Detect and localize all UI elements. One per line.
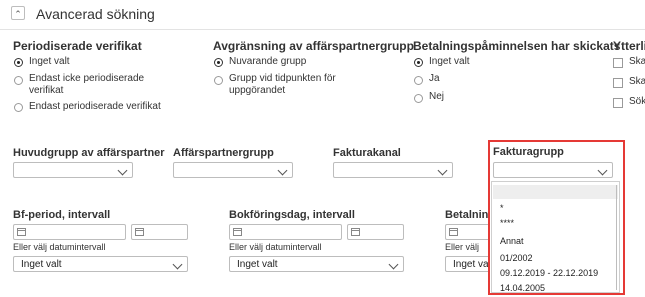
radio-periodiserade-inget-valt[interactable] [14,58,23,67]
label-fakturagrupp: Fakturagrupp [493,146,564,158]
label-bf-period: Bf-period, intervall [13,209,111,221]
dropdown-option[interactable]: **** [500,218,514,228]
radio-paminnelse-ja[interactable] [414,76,423,85]
group-title-ytterlig: Ytterlig [613,39,645,53]
checkbox-ytterlig-3[interactable] [613,98,623,108]
bf-period-to-input[interactable] [131,224,188,240]
radio-label: Ja [429,73,440,84]
radio-label: Inget valt [29,56,70,67]
betalning-range-label: Eller välj [445,242,480,252]
radio-label: Nuvarande grupp [229,56,307,67]
fakturagrupp-dropdown-list: * **** Annat 01/2002 09.12.2019 - 22.12.… [491,181,620,293]
radio-label: Endast periodiserade verifikat [29,101,161,112]
checkbox-ytterlig-1[interactable] [613,58,623,68]
radio-label: Endast icke periodiserade verifikat [29,73,145,96]
chevron-down-icon [172,259,183,270]
bokforingsdag-to-input[interactable] [347,224,404,240]
radio-periodiserade-endast[interactable] [14,103,23,112]
dropdown-option-empty[interactable] [493,185,618,199]
chevron-down-icon [277,165,288,176]
label-affarspartnergrupp: Affärspartnergrupp [173,147,274,159]
radio-periodiserade-endast-icke[interactable] [14,76,23,85]
dropdown-option[interactable]: 14.04.2005 [500,283,545,293]
calendar-icon[interactable] [449,228,458,236]
radio-grupp-vid-tidpunkten[interactable] [214,76,223,85]
radio-paminnelse-inget-valt[interactable] [414,58,423,67]
label-bokforingsdag: Bokföringsdag, intervall [229,209,355,221]
select-affarspartnergrupp[interactable] [173,162,293,178]
calendar-icon[interactable] [233,228,242,236]
select-fakturagrupp[interactable] [493,162,613,178]
select-bf-period-range[interactable]: Inget valt [13,256,188,272]
radio-paminnelse-nej[interactable] [414,94,423,103]
header-divider [0,29,645,30]
bf-period-range-label: Eller välj datumintervall [13,242,106,252]
calendar-icon[interactable] [351,228,360,236]
checkbox-label: Sök [629,96,645,107]
checkbox-ytterlig-2[interactable] [613,78,623,88]
select-value: Inget valt [21,259,62,270]
bokforingsdag-from-input[interactable] [229,224,342,240]
select-huvudgrupp[interactable] [13,162,133,178]
bf-period-from-input[interactable] [13,224,126,240]
dropdown-option[interactable]: Annat [500,236,524,246]
radio-label: Inget valt [429,56,470,67]
chevron-down-icon [117,165,128,176]
select-bokforingsdag-range[interactable]: Inget valt [229,256,404,272]
calendar-icon[interactable] [17,228,26,236]
group-title-betalningspaminnelse: Betalningspåminnelsen har skickats [413,39,621,53]
dropdown-scrollbar[interactable] [616,185,617,290]
dropdown-option[interactable]: 01/2002 [500,253,533,263]
label-betalning: Betalnings [445,209,493,221]
bokforingsdag-range-label: Eller välj datumintervall [229,242,322,252]
advanced-search-title: Avancerad sökning [36,6,155,22]
advanced-search-header[interactable]: ⌃ Avancerad sökning [0,0,645,30]
radio-nuvarande-grupp[interactable] [214,58,223,67]
checkbox-label: Ska [629,56,645,67]
select-value: Inget valt [237,259,278,270]
chevron-down-icon [388,259,399,270]
dropdown-option[interactable]: 09.12.2019 - 22.12.2019 [500,268,598,278]
radio-label: Nej [429,91,445,102]
chevron-down-icon [597,165,608,176]
betalning-from-input[interactable] [445,224,493,240]
calendar-icon[interactable] [135,228,144,236]
select-betalning-range[interactable]: Inget valt [445,256,494,272]
radio-label: Grupp vid tidpunkten för uppgörandet [229,73,336,96]
select-fakturakanal[interactable] [333,162,453,178]
checkbox-label: Ska [629,76,645,87]
dropdown-option[interactable]: * [500,203,504,213]
chevron-down-icon [437,165,448,176]
label-huvudgrupp: Huvudgrupp av affärspartner [13,147,165,159]
label-fakturakanal: Fakturakanal [333,147,401,159]
group-title-avgransning: Avgränsning av affärspartnergrupp [213,39,414,53]
group-title-periodiserade: Periodiserade verifikat [13,39,142,53]
chevron-up-icon[interactable]: ⌃ [11,6,25,20]
